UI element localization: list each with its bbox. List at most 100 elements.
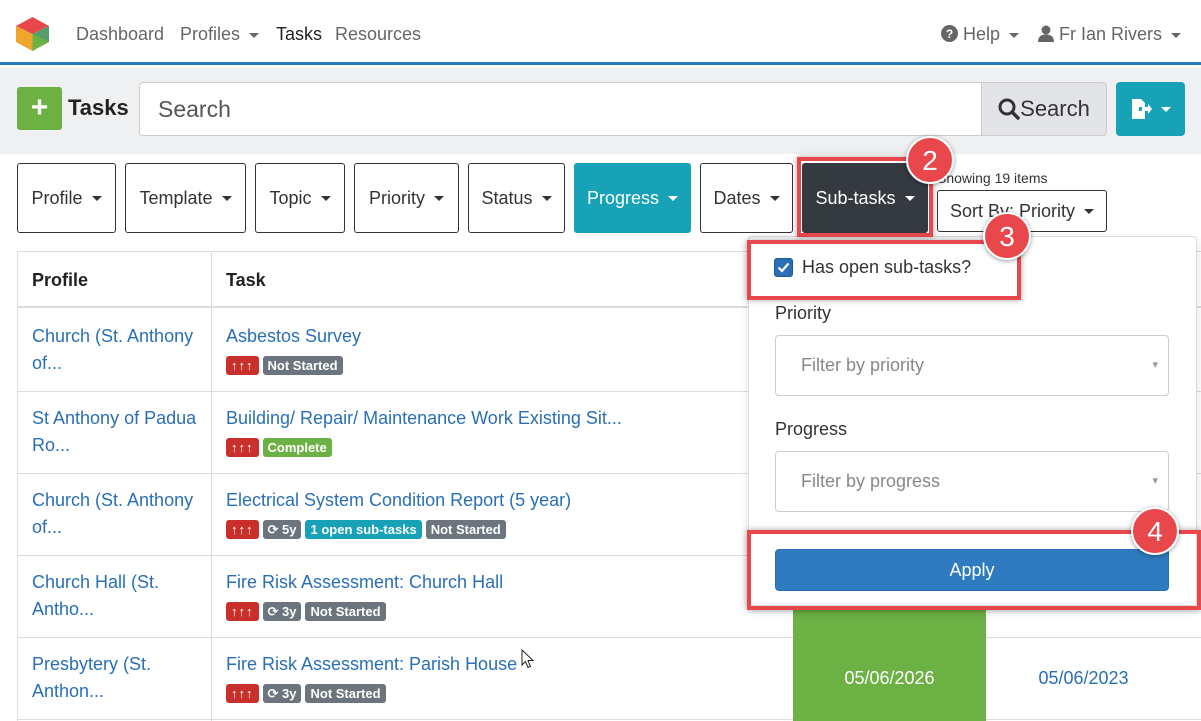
row-task-link[interactable]: Electrical System Condition Report (5 ye… [226, 490, 571, 511]
filter-label: Progress [586, 187, 660, 208]
priority-filter-label: Priority [775, 303, 832, 323]
filter-topic[interactable]: Topic [255, 163, 345, 233]
row-profile-link[interactable]: St Anthony of Padua Ro... [32, 405, 202, 459]
status-badge: Not Started [262, 356, 343, 375]
row-profile-link[interactable]: Church (St. Anthony of... [32, 487, 202, 541]
nav-resources[interactable]: Resources [335, 24, 421, 45]
recur-icon: ⟳ [267, 686, 283, 701]
filter-profile[interactable]: Profile [17, 163, 116, 233]
step-number-badge: 4 [1131, 507, 1179, 555]
export-button[interactable] [1116, 82, 1185, 136]
row-badges: ↑↑↑ ⟳ 3y Not Started [226, 602, 386, 621]
filter-template[interactable]: Template [125, 163, 246, 233]
annotation-highlight-checkbox [747, 240, 1021, 300]
priority-badge: ↑↑↑ [226, 356, 259, 375]
chevron-down-icon [249, 32, 260, 38]
subtasks-badge: 1 open sub-tasks [305, 520, 422, 539]
mouse-pointer-icon [521, 649, 535, 669]
due-date: 05/06/2026 [844, 668, 935, 688]
row-badges: ↑↑↑ ⟳ 5y 1 open sub-tasks Not Started [226, 520, 506, 539]
nav-tasks[interactable]: Tasks [276, 24, 322, 45]
add-task-button[interactable]: + [17, 87, 62, 130]
recurrence-value: 3y [282, 604, 297, 619]
progress-filter-select[interactable]: Filter by progress ▾ [775, 451, 1169, 512]
filter-status[interactable]: Status [468, 163, 565, 233]
filter-dates[interactable]: Dates [700, 163, 793, 233]
progress-filter-label: Progress [775, 419, 848, 439]
search-input[interactable] [139, 82, 982, 136]
row-profile-link[interactable]: Church (St. Anthony of... [32, 323, 202, 377]
filter-priority[interactable]: Priority [354, 163, 459, 233]
priority-badge: ↑↑↑ [226, 684, 259, 703]
column-header-task[interactable]: Task [211, 252, 266, 308]
filter-label: Priority [368, 187, 425, 208]
search-icon [998, 98, 1020, 120]
column-header-profile[interactable]: Profile [17, 252, 88, 308]
recurrence-badge: ⟳ 3y [262, 684, 302, 703]
row-profile-link[interactable]: Presbytery (St. Anthon... [32, 651, 202, 705]
nav-user-label: Fr Ian Rivers [1059, 24, 1163, 44]
nav-profiles-label: Profiles [180, 24, 241, 44]
last-completed-date-link[interactable]: 05/06/2023 [986, 668, 1181, 689]
recurrence-value: 3y [282, 686, 297, 701]
chevron-down-icon [1161, 106, 1171, 112]
page-title: Tasks [68, 95, 129, 120]
row-task-link[interactable]: Fire Risk Assessment: Church Hall [226, 572, 503, 593]
chevron-down-icon [541, 195, 552, 201]
question-circle-icon: ? [941, 25, 958, 42]
status-badge: Not Started [305, 602, 386, 621]
filter-label: Dates [713, 187, 761, 208]
chevron-down-icon [1009, 32, 1020, 38]
select-arrow-icon: ▾ [1152, 359, 1158, 371]
nav-dashboard[interactable]: Dashboard [76, 24, 164, 45]
filter-label: Topic [269, 187, 312, 208]
step-number-badge: 2 [906, 136, 954, 184]
priority-badge: ↑↑↑ [226, 438, 259, 457]
status-badge: Not Started [425, 520, 506, 539]
chevron-down-icon [434, 195, 444, 201]
app-logo[interactable] [16, 17, 49, 51]
top-navbar: Dashboard Profiles Tasks Resources ? Hel… [0, 0, 1201, 65]
priority-badge: ↑↑↑ [226, 602, 259, 621]
recur-icon: ⟳ [267, 604, 283, 619]
row-task-link[interactable]: Building/ Repair/ Maintenance Work Exist… [226, 408, 622, 429]
recur-icon: ⟳ [267, 522, 283, 537]
item-count: Showing 19 items [937, 170, 1048, 186]
row-profile-link[interactable]: Church Hall (St. Antho... [32, 569, 202, 623]
search-button-label: Search [1020, 96, 1090, 121]
recurrence-badge: ⟳ 3y [262, 602, 302, 621]
recurrence-badge: ⟳ 5y [262, 520, 302, 539]
row-divider [17, 719, 1201, 720]
chevron-down-icon [221, 195, 232, 201]
chevron-down-icon [668, 195, 679, 201]
nav-profiles[interactable]: Profiles [180, 24, 260, 45]
chevron-down-icon [769, 195, 780, 201]
chevron-down-icon [1171, 32, 1182, 38]
search-button[interactable]: Search [981, 82, 1107, 136]
filter-label: Status [481, 187, 533, 208]
nav-help-label: Help [963, 24, 1001, 44]
file-export-icon [1132, 99, 1152, 119]
row-badges: ↑↑↑ Not Started [226, 356, 343, 375]
nav-user-menu[interactable]: Fr Ian Rivers [1038, 24, 1182, 45]
svg-text:?: ? [946, 27, 953, 41]
row-divider [17, 637, 1201, 638]
filter-label: Template [139, 187, 213, 208]
step-number-badge: 3 [983, 212, 1031, 260]
row-badges: ↑↑↑ ⟳ 3y Not Started [226, 684, 386, 703]
priority-filter-select[interactable]: Filter by priority ▾ [775, 335, 1169, 396]
status-badge: Complete [262, 438, 332, 457]
priority-filter-placeholder: Filter by priority [801, 355, 925, 375]
select-arrow-icon: ▾ [1152, 475, 1158, 487]
chevron-down-icon [91, 195, 102, 201]
row-task-link[interactable]: Asbestos Survey [226, 326, 361, 347]
user-icon [1038, 25, 1054, 42]
status-badge: Not Started [305, 684, 386, 703]
nav-help[interactable]: ? Help [941, 24, 1020, 45]
filter-label: Profile [31, 187, 83, 208]
row-task-link[interactable]: Fire Risk Assessment: Parish House [226, 654, 517, 675]
recurrence-value: 5y [282, 522, 297, 537]
column-divider [211, 252, 212, 721]
row-badges: ↑↑↑ Complete [226, 438, 332, 457]
filter-progress[interactable]: Progress [574, 163, 691, 233]
